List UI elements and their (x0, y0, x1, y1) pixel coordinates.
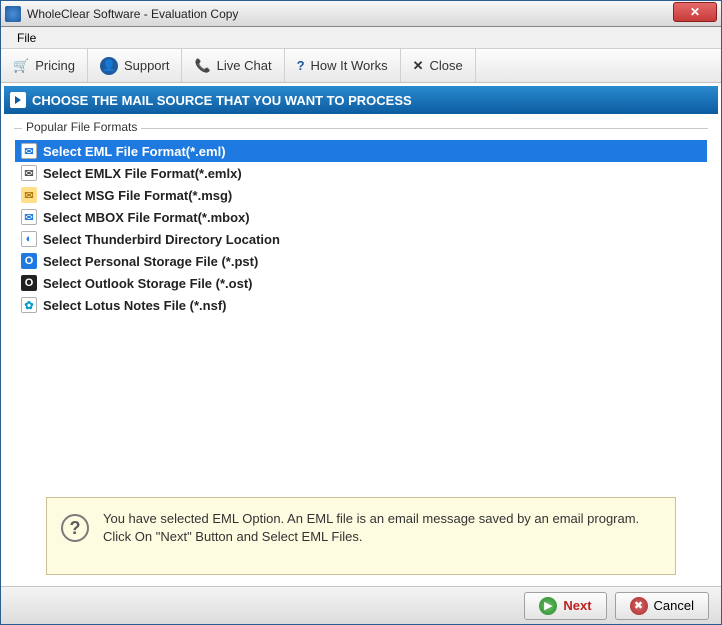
format-group-label: Popular File Formats (22, 120, 141, 134)
format-option[interactable]: ✿ Select Lotus Notes File (*.nsf) (15, 294, 707, 316)
format-option-label: Select Outlook Storage File (*.ost) (43, 276, 252, 291)
file-format-icon: ✉ (21, 143, 37, 159)
info-icon: ? (61, 514, 89, 542)
app-window: WholeClear Software - Evaluation Copy ✕ … (0, 0, 722, 625)
menu-file[interactable]: File (9, 29, 44, 47)
format-option[interactable]: O Select Personal Storage File (*.pst) (15, 250, 707, 272)
menubar: File (1, 27, 721, 49)
close-icon: ✕ (413, 58, 424, 74)
format-option-label: Select EMLX File Format(*.emlx) (43, 166, 242, 181)
file-format-icon: O (21, 275, 37, 291)
phone-icon: 📞 (194, 58, 210, 74)
cancel-label: Cancel (654, 598, 694, 613)
format-option-label: Select MBOX File Format(*.mbox) (43, 210, 250, 225)
toolbar: 🛒 Pricing 👤 Support 📞 Live Chat ? How It… (1, 49, 721, 83)
question-icon: ? (297, 58, 305, 73)
toolbar-livechat-button[interactable]: 📞 Live Chat (182, 49, 284, 82)
info-text: You have selected EML Option. An EML fil… (103, 510, 661, 545)
format-option-label: Select MSG File Format(*.msg) (43, 188, 232, 203)
toolbar-close-label: Close (430, 58, 463, 73)
toolbar-howitworks-label: How It Works (311, 58, 388, 73)
window-close-button[interactable]: ✕ (673, 2, 717, 22)
footer: ▶ Next ✖ Cancel (1, 586, 721, 624)
file-format-icon: ◐ (21, 231, 37, 247)
format-option-label: Select Personal Storage File (*.pst) (43, 254, 258, 269)
format-option-label: Select Thunderbird Directory Location (43, 232, 280, 247)
format-option[interactable]: ◐ Select Thunderbird Directory Location (15, 228, 707, 250)
file-format-icon: ✉ (21, 187, 37, 203)
cancel-button[interactable]: ✖ Cancel (615, 592, 709, 620)
titlebar: WholeClear Software - Evaluation Copy ✕ (1, 1, 721, 27)
file-format-icon: O (21, 253, 37, 269)
format-group: Popular File Formats ✉Select EML File Fo… (14, 128, 708, 317)
format-option[interactable]: ✉ Select EML File Format(*.eml) (15, 140, 707, 162)
toolbar-livechat-label: Live Chat (217, 58, 272, 73)
arrow-right-icon (10, 92, 26, 108)
toolbar-pricing-label: Pricing (35, 58, 75, 73)
toolbar-howitworks-button[interactable]: ? How It Works (285, 49, 401, 82)
window-title: WholeClear Software - Evaluation Copy (27, 7, 673, 21)
cancel-icon: ✖ (630, 597, 648, 615)
info-panel: ? You have selected EML Option. An EML f… (46, 497, 676, 575)
toolbar-support-label: Support (124, 58, 170, 73)
format-option-label: Select Lotus Notes File (*.nsf) (43, 298, 226, 313)
toolbar-close-button[interactable]: ✕ Close (401, 49, 476, 82)
format-option[interactable]: ✉ Select EMLX File Format(*.emlx) (15, 162, 707, 184)
toolbar-pricing-button[interactable]: 🛒 Pricing (1, 49, 88, 82)
arrow-right-icon: ▶ (539, 597, 557, 615)
support-icon: 👤 (100, 57, 118, 75)
app-icon (5, 6, 21, 22)
format-option[interactable]: O Select Outlook Storage File (*.ost) (15, 272, 707, 294)
next-button[interactable]: ▶ Next (524, 592, 606, 620)
file-format-icon: ✉ (21, 165, 37, 181)
instruction-banner: CHOOSE THE MAIL SOURCE THAT YOU WANT TO … (4, 86, 718, 114)
content-area: CHOOSE THE MAIL SOURCE THAT YOU WANT TO … (1, 83, 721, 586)
banner-text: CHOOSE THE MAIL SOURCE THAT YOU WANT TO … (32, 93, 412, 108)
format-list: ✉ Select EML File Format(*.eml) ✉ Select EM… (14, 139, 708, 317)
format-option-label: Select EML File Format(*.eml) (43, 144, 226, 159)
format-option[interactable]: ✉ Select MBOX File Format(*.mbox) (15, 206, 707, 228)
file-format-icon: ✿ (21, 297, 37, 313)
next-label: Next (563, 598, 591, 613)
toolbar-support-button[interactable]: 👤 Support (88, 49, 183, 82)
file-format-icon: ✉ (21, 209, 37, 225)
format-option[interactable]: ✉ Select MSG File Format(*.msg) (15, 184, 707, 206)
cart-icon: 🛒 (13, 58, 29, 74)
